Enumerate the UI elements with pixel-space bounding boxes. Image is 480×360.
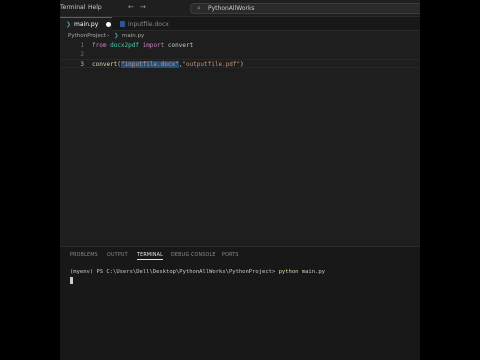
- terminal-prompt: (myenv) PS C:\Users\Dell\Desktop\PythonA…: [70, 269, 279, 275]
- code-text: from docx2pdf import convert: [92, 41, 193, 50]
- line-number: 1: [80, 42, 84, 49]
- breadcrumb: PythonProject › ❯ main.py: [60, 31, 420, 41]
- tab-terminal[interactable]: TERMINAL: [137, 253, 163, 260]
- imported-name: convert: [167, 42, 194, 49]
- vscode-window: Terminal Help ← → ⌕ PythonAllWorks ❯ mai…: [60, 0, 420, 360]
- code-line[interactable]: 1 from docx2pdf import convert: [60, 41, 420, 50]
- code-text: convert("inputfile.docx","outputfile.pdf…: [92, 61, 244, 68]
- terminal-args: main.py: [298, 269, 325, 275]
- line-number: 2: [80, 51, 84, 58]
- breadcrumb-folder[interactable]: PythonProject: [68, 33, 106, 39]
- keyword-import: import: [142, 42, 165, 49]
- function-call: convert: [92, 61, 118, 68]
- tab-problems[interactable]: PROBLEMS: [70, 253, 98, 258]
- tab-main-py[interactable]: ❯ main.py: [60, 17, 112, 31]
- string-arg-output: "outputfile.pdf": [182, 61, 241, 68]
- code-line[interactable]: 2: [60, 50, 420, 59]
- forward-arrow-icon[interactable]: →: [140, 3, 146, 11]
- left-letterbox: [0, 0, 60, 360]
- tab-debug-console[interactable]: DEBUG CONSOLE: [171, 253, 216, 258]
- unsaved-dot-icon[interactable]: [106, 22, 112, 27]
- terminal-command: python: [278, 269, 299, 275]
- line-number: 3: [80, 61, 84, 68]
- editor-tab-bar: ❯ main.py inputfile.docx: [60, 17, 420, 31]
- tab-output[interactable]: OUTPUT: [107, 253, 128, 258]
- command-center-search[interactable]: ⌕ PythonAllWorks: [190, 3, 420, 14]
- string-arg-input: "inputfile.docx": [120, 61, 179, 68]
- tab-inputfile-docx[interactable]: inputfile.docx: [115, 17, 185, 31]
- code-line-current[interactable]: 3 convert("inputfile.docx","outputfile.p…: [60, 59, 420, 68]
- menu-help[interactable]: Help: [88, 4, 102, 11]
- title-bar: Terminal Help ← → ⌕ PythonAllWorks: [60, 0, 420, 17]
- search-text: PythonAllWorks: [208, 5, 255, 12]
- panel-tab-bar: PROBLEMS OUTPUT TERMINAL DEBUG CONSOLE P…: [60, 247, 420, 263]
- module-name: docx2pdf: [110, 42, 139, 49]
- python-file-icon: ❯: [114, 33, 119, 39]
- python-file-icon: ❯: [66, 21, 72, 28]
- bottom-panel: PROBLEMS OUTPUT TERMINAL DEBUG CONSOLE P…: [60, 246, 420, 360]
- right-letterbox: [420, 0, 480, 360]
- keyword-from: from: [92, 42, 107, 49]
- search-icon: ⌕: [197, 4, 201, 12]
- menu-terminal[interactable]: Terminal: [60, 4, 85, 11]
- back-arrow-icon[interactable]: ←: [128, 3, 134, 11]
- word-file-icon: [120, 21, 125, 27]
- terminal-cursor: [70, 277, 73, 284]
- tab-label: inputfile.docx: [128, 20, 169, 28]
- terminal-output[interactable]: (myenv) PS C:\Users\Dell\Desktop\PythonA…: [70, 269, 325, 275]
- breadcrumb-file[interactable]: main.py: [122, 33, 144, 39]
- chevron-right-icon: ›: [107, 33, 110, 39]
- code-editor[interactable]: 1 from docx2pdf import convert 2 3 conve…: [60, 41, 420, 246]
- tab-ports[interactable]: PORTS: [222, 253, 239, 258]
- tab-label: main.py: [74, 21, 99, 28]
